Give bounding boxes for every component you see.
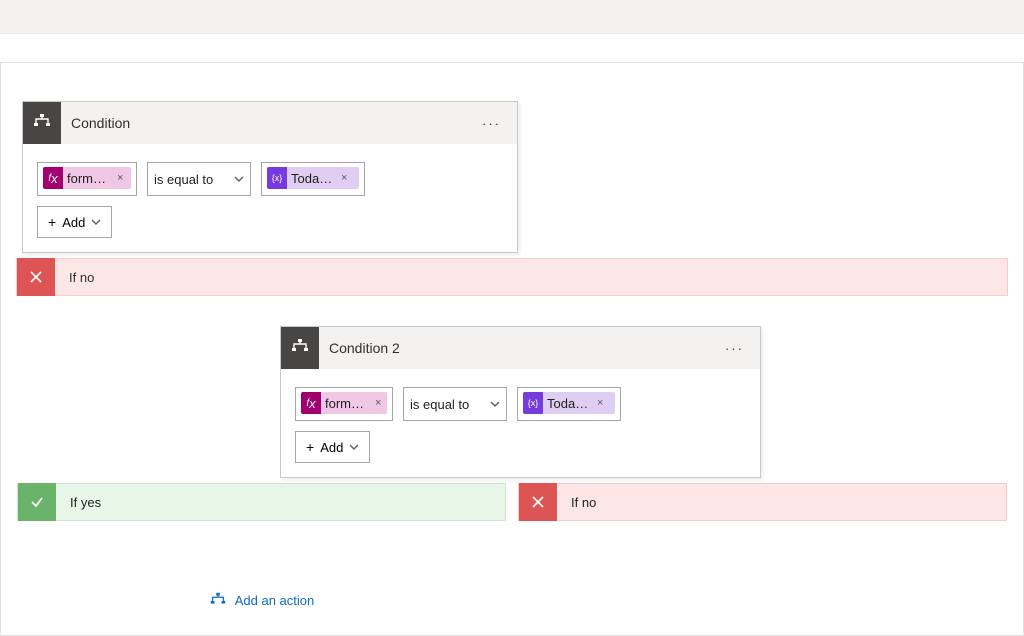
branch-label: If no bbox=[55, 270, 94, 285]
operand-right[interactable]: {x} Todays d… × bbox=[261, 162, 365, 196]
add-label: Add bbox=[320, 440, 343, 455]
branch-label: If yes bbox=[56, 495, 101, 510]
add-action-button[interactable]: Add an action bbox=[209, 591, 315, 609]
pill-label: formatD… bbox=[325, 396, 371, 411]
remove-icon[interactable]: × bbox=[597, 397, 603, 409]
branch-header-yes[interactable]: If yes bbox=[17, 483, 506, 521]
branch-no-body bbox=[518, 521, 1007, 615]
condition-header[interactable]: Condition ··· bbox=[23, 102, 517, 144]
condition-body: fx formatD… × is equal to {x} Todays d… bbox=[281, 369, 760, 477]
more-icon[interactable]: ··· bbox=[719, 337, 750, 360]
top-toolbar bbox=[0, 0, 1024, 34]
remove-icon[interactable]: × bbox=[341, 172, 347, 184]
plus-icon: + bbox=[306, 439, 314, 455]
branch-yes-body: Add an action bbox=[17, 521, 506, 615]
fx-icon: fx bbox=[301, 392, 321, 414]
spacer bbox=[17, 296, 1007, 326]
remove-icon[interactable]: × bbox=[375, 397, 381, 409]
add-action-icon bbox=[209, 591, 227, 609]
expression-pill-fx[interactable]: fx formatD… × bbox=[43, 167, 131, 189]
chevron-down-icon bbox=[234, 174, 244, 184]
close-icon bbox=[519, 483, 557, 521]
branch-header-no[interactable]: If no bbox=[518, 483, 1007, 521]
condition-header[interactable]: Condition 2 ··· bbox=[281, 327, 760, 369]
chevron-down-icon bbox=[490, 399, 500, 409]
operator-select[interactable]: is equal to bbox=[147, 162, 251, 196]
close-icon bbox=[17, 258, 55, 296]
condition-title: Condition 2 bbox=[329, 340, 709, 356]
operand-left[interactable]: fx formatD… × bbox=[295, 387, 393, 421]
condition-title: Condition bbox=[71, 115, 466, 131]
condition-body: fx formatD… × is equal to {x} Todays d… bbox=[23, 144, 517, 252]
expression-row: fx formatD… × is equal to {x} Todays d… bbox=[37, 162, 503, 196]
operator-label: is equal to bbox=[410, 397, 469, 412]
operator-select[interactable]: is equal to bbox=[403, 387, 507, 421]
chevron-down-icon bbox=[91, 217, 101, 227]
add-action-label: Add an action bbox=[235, 593, 315, 608]
add-condition-button[interactable]: + Add bbox=[295, 431, 370, 463]
operator-label: is equal to bbox=[154, 172, 213, 187]
pill-label: Todays d… bbox=[547, 396, 593, 411]
add-label: Add bbox=[62, 215, 85, 230]
variable-pill[interactable]: {x} Todays d… × bbox=[267, 167, 359, 189]
expression-row: fx formatD… × is equal to {x} Todays d… bbox=[295, 387, 746, 421]
branch-columns: If yes Add an action I bbox=[17, 483, 1007, 615]
variable-pill[interactable]: {x} Todays d… × bbox=[523, 392, 615, 414]
variable-icon: {x} bbox=[523, 392, 543, 414]
fx-icon: fx bbox=[43, 167, 63, 189]
plus-icon: + bbox=[48, 214, 56, 230]
branch-icon bbox=[290, 338, 310, 358]
branch-yes: If yes Add an action bbox=[17, 483, 506, 615]
condition-card-2: Condition 2 ··· fx formatD… × is equal t… bbox=[280, 326, 761, 478]
operand-right[interactable]: {x} Todays d… × bbox=[517, 387, 621, 421]
pill-label: Todays d… bbox=[291, 171, 337, 186]
operand-left[interactable]: fx formatD… × bbox=[37, 162, 137, 196]
flow-canvas: Condition ··· fx formatD… × is equal to bbox=[0, 63, 1024, 636]
branch-label: If no bbox=[557, 495, 596, 510]
expression-pill-fx[interactable]: fx formatD… × bbox=[301, 392, 387, 414]
check-icon bbox=[18, 483, 56, 521]
remove-icon[interactable]: × bbox=[117, 172, 123, 184]
chevron-down-icon bbox=[349, 442, 359, 452]
branch-header-no[interactable]: If no bbox=[16, 258, 1008, 296]
more-icon[interactable]: ··· bbox=[476, 112, 507, 135]
condition-card-1: Condition ··· fx formatD… × is equal to bbox=[22, 101, 518, 253]
add-condition-button[interactable]: + Add bbox=[37, 206, 112, 238]
condition-icon bbox=[23, 102, 61, 144]
condition-icon bbox=[281, 327, 319, 369]
branch-no: If no bbox=[518, 483, 1007, 615]
branch-icon bbox=[32, 113, 52, 133]
variable-icon: {x} bbox=[267, 167, 287, 189]
pill-label: formatD… bbox=[67, 171, 113, 186]
